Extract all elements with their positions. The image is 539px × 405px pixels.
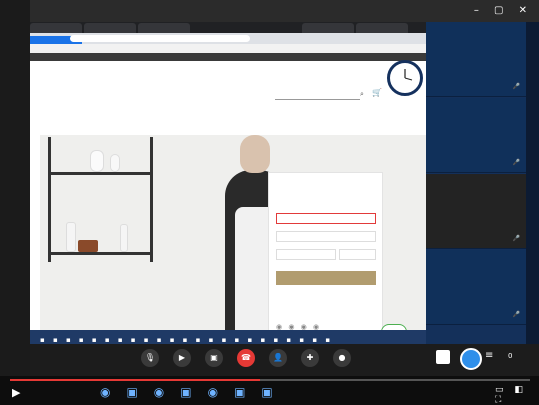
captcha-field[interactable] xyxy=(276,231,376,242)
browser-tab-bar xyxy=(30,22,426,33)
participants-icon[interactable]: 👤 xyxy=(269,349,287,367)
shelf-post xyxy=(48,137,51,262)
mic-icon[interactable]: 🎙 xyxy=(141,349,159,367)
share-icon[interactable]: ▣ xyxy=(205,349,223,367)
vase-image xyxy=(90,150,104,172)
login-button[interactable] xyxy=(276,271,376,285)
window-controls[interactable]: – ▢ ✕ xyxy=(474,5,533,16)
bookmarks-bar[interactable] xyxy=(30,44,426,53)
shelf-board xyxy=(48,172,153,175)
jars-image xyxy=(78,240,98,252)
participant-count: 0 xyxy=(508,352,513,360)
mic-icon: 🎤 xyxy=(512,159,520,166)
participant-tile[interactable]: 🎤 xyxy=(426,174,526,249)
site-search-input[interactable] xyxy=(275,90,360,100)
layout-button[interactable] xyxy=(436,350,450,364)
bottle-image xyxy=(120,224,128,252)
taskbar-icons[interactable]: ▪ ▪ ▪ ▪ ▪ ▪ ▪ ▪ ▪ ▪ ▪ ▪ ▪ ▪ ▪ ▪ ▪ ▪ ▪ ▪ … xyxy=(40,336,333,344)
participants-panel: 🎤 🎤 🎤 🎤 xyxy=(426,22,526,344)
browser-tab[interactable] xyxy=(30,23,82,33)
play-icon[interactable]: ▶ xyxy=(12,386,20,399)
fullscreen-icons[interactable]: ▭ ◧ ⛶ xyxy=(495,385,539,405)
progress-fill xyxy=(10,379,260,381)
shared-screen: ⌕ 🛒 ◉ ◉ ◉ ◉ ▪ ▪ ▪ ▪ ▪ ▪ ▪ ▪ ▪ ▪ ▪ ▪ ▪ ▪ … xyxy=(30,22,426,352)
shelf-post xyxy=(150,137,153,262)
address-bar xyxy=(30,33,426,46)
end-call-icon[interactable]: ☎ xyxy=(237,349,255,367)
login-panel: ◉ ◉ ◉ ◉ xyxy=(268,172,383,342)
video-icon[interactable]: ▶ xyxy=(173,349,191,367)
vase-image xyxy=(110,154,120,172)
participant-tile[interactable]: 🎤 xyxy=(426,250,526,325)
site-nav xyxy=(100,116,340,126)
invite-icon[interactable]: ✚ xyxy=(301,349,319,367)
browser-tab[interactable] xyxy=(138,23,190,33)
browser-tab[interactable] xyxy=(84,23,136,33)
participant-tile[interactable]: 🎤 xyxy=(426,22,526,97)
timer-badge[interactable] xyxy=(460,348,482,370)
search-icon[interactable]: ⌕ xyxy=(360,90,364,99)
browser-tab[interactable] xyxy=(302,23,354,33)
mic-icon: 🎤 xyxy=(512,83,520,90)
cart-icon[interactable]: 🛒 xyxy=(372,88,382,97)
site-topbar[interactable] xyxy=(30,53,426,61)
record-icon[interactable]: ● xyxy=(333,349,351,367)
shelf-board xyxy=(48,252,153,255)
video-player-bar: ▶ ◉▣◉▣◉▣▣ ▭ ◧ ⛶ xyxy=(0,376,539,405)
right-edge-strip xyxy=(526,22,539,344)
sms-code-field[interactable] xyxy=(276,249,336,260)
meeting-toolbar: 🎙 ▶ ▣ ☎ 👤 ✚ ● ≡ 0 xyxy=(30,344,539,376)
left-side-strip xyxy=(0,0,30,405)
url-field[interactable] xyxy=(70,35,250,42)
phone-field[interactable] xyxy=(276,213,376,224)
mic-icon: 🎤 xyxy=(512,311,520,318)
more-icon[interactable]: ≡ xyxy=(485,350,493,361)
meeting-titlebar: – ▢ ✕ xyxy=(30,0,539,22)
mic-icon: 🎤 xyxy=(512,235,520,242)
model-head xyxy=(240,135,270,173)
pinned-apps-icons[interactable]: ◉▣◉▣◉▣▣ xyxy=(100,385,289,399)
get-code-button[interactable] xyxy=(339,249,376,260)
participant-tile[interactable]: 🎤 xyxy=(426,98,526,173)
bottle-image xyxy=(66,222,76,252)
clock-icon xyxy=(387,60,423,96)
browser-tab[interactable] xyxy=(356,23,408,33)
